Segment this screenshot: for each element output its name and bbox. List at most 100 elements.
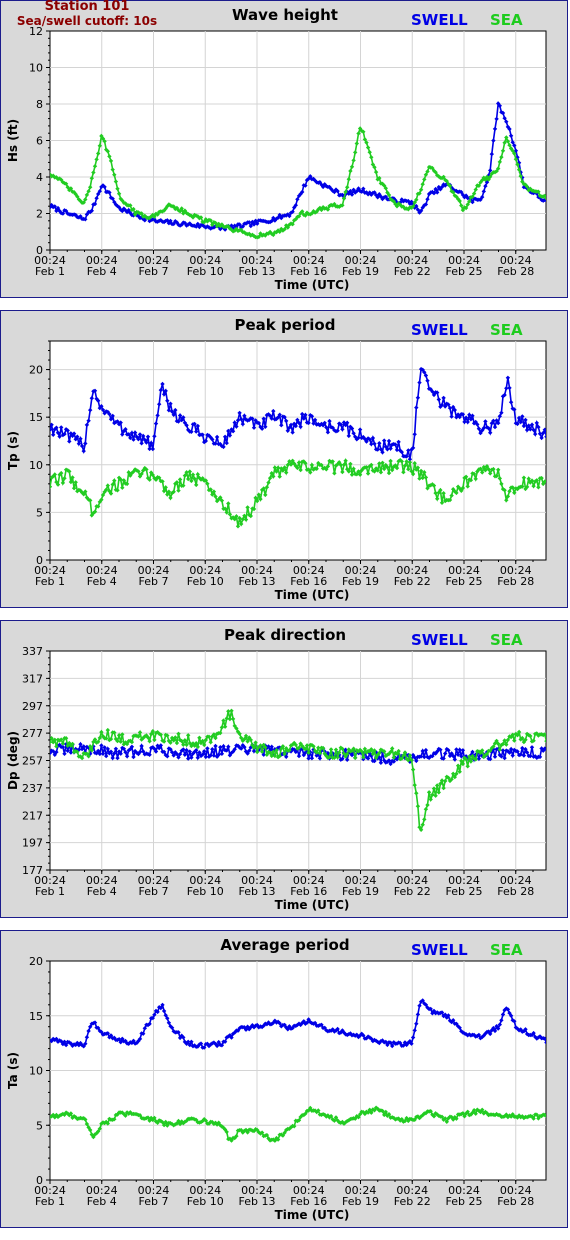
- data-point: [552, 1117, 556, 1121]
- data-point: [547, 486, 551, 490]
- x-tick-date: Feb 4: [87, 885, 117, 898]
- data-point: [560, 209, 564, 213]
- data-point: [560, 200, 564, 204]
- data-point: [565, 752, 569, 756]
- data-point: [567, 1120, 569, 1124]
- x-tick-date: Feb 1: [35, 885, 65, 898]
- y-tick-label: 10: [29, 459, 43, 472]
- data-point: [560, 735, 564, 739]
- data-point: [556, 1035, 560, 1039]
- y-tick-label: 6: [36, 135, 43, 148]
- data-point: [565, 380, 569, 384]
- data-point: [551, 1039, 555, 1043]
- x-tick-date: Feb 16: [290, 265, 327, 278]
- y-axis-label: Dp (deg): [6, 731, 20, 790]
- y-tick-label: 257: [22, 755, 43, 768]
- data-point: [564, 391, 568, 395]
- y-tick-label: 12: [29, 25, 43, 38]
- y-tick-label: 217: [22, 809, 43, 822]
- x-tick-date: Feb 22: [394, 1195, 431, 1208]
- data-point: [554, 489, 558, 493]
- data-point: [551, 434, 555, 438]
- data-point: [549, 749, 553, 753]
- data-point: [560, 1118, 564, 1122]
- data-point: [557, 735, 561, 739]
- x-tick-date: Feb 19: [342, 265, 379, 278]
- data-point: [568, 385, 569, 389]
- data-point: [559, 210, 563, 214]
- x-tick-date: Feb 13: [239, 1195, 276, 1208]
- x-tick-date: Feb 19: [342, 885, 379, 898]
- data-point: [562, 736, 566, 740]
- data-point: [547, 749, 551, 753]
- data-point: [554, 732, 558, 736]
- data-point: [568, 1119, 569, 1123]
- y-tick-label: 4: [36, 171, 43, 184]
- x-tick-date: Feb 7: [139, 885, 169, 898]
- data-point: [552, 487, 556, 491]
- data-point: [556, 753, 560, 757]
- data-point: [568, 211, 569, 215]
- data-point: [564, 210, 568, 214]
- y-tick-label: 337: [22, 645, 43, 658]
- y-tick-label: 5: [36, 506, 43, 519]
- y-tick-label: 15: [29, 1010, 43, 1023]
- x-tick-date: Feb 7: [139, 265, 169, 278]
- peak-period-chart: 0510152000:24Feb 100:24Feb 400:24Feb 700…: [6, 340, 569, 602]
- data-point: [549, 477, 553, 481]
- x-tick-date: Feb 25: [446, 265, 483, 278]
- data-point: [557, 1034, 561, 1038]
- data-point: [567, 489, 569, 493]
- wave-height-chart: 02468101200:24Feb 100:24Feb 400:24Feb 70…: [6, 25, 569, 292]
- data-point: [559, 734, 563, 738]
- data-point: [557, 213, 561, 217]
- x-tick-date: Feb 4: [87, 1195, 117, 1208]
- data-point: [562, 485, 566, 489]
- y-tick-label: 317: [22, 672, 43, 685]
- y-axis-label: Hs (ft): [6, 119, 20, 162]
- data-point: [560, 756, 564, 760]
- y-axis-label: Tp (s): [6, 431, 20, 470]
- data-point: [551, 197, 555, 201]
- x-tick-date: Feb 10: [187, 1195, 224, 1208]
- data-point: [556, 737, 560, 741]
- y-tick-label: 197: [22, 837, 43, 850]
- data-point: [565, 735, 569, 739]
- data-point: [551, 747, 555, 751]
- data-point: [556, 199, 560, 203]
- data-point: [567, 209, 569, 213]
- data-point: [556, 211, 560, 215]
- x-axis-label: Time (UTC): [275, 1208, 350, 1222]
- y-tick-label: 5: [36, 1119, 43, 1132]
- data-point: [547, 198, 551, 202]
- data-point: [562, 1116, 566, 1120]
- data-point: [554, 199, 558, 203]
- y-axis-label: Ta (s): [6, 1052, 20, 1089]
- data-point: [567, 754, 569, 758]
- data-point: [549, 199, 553, 203]
- data-point: [565, 484, 569, 488]
- x-tick-date: Feb 16: [290, 885, 327, 898]
- data-point: [568, 484, 569, 488]
- x-axis-label: Time (UTC): [275, 898, 350, 912]
- data-point: [557, 1117, 561, 1121]
- data-point: [562, 751, 566, 755]
- data-point: [551, 483, 555, 487]
- data-point: [554, 448, 558, 452]
- data-point: [547, 432, 551, 436]
- x-tick-date: Feb 1: [35, 265, 65, 278]
- data-point: [549, 1040, 553, 1044]
- data-point: [551, 738, 555, 742]
- data-point: [554, 753, 558, 757]
- x-tick-date: Feb 13: [239, 265, 276, 278]
- average-period-panel: Average period SWELL SEA 0 5 10 15 20 00:24 Fe…: [0, 930, 568, 1228]
- x-tick-date: Feb 1: [35, 1195, 65, 1208]
- data-point: [556, 1114, 560, 1118]
- data-point: [560, 419, 564, 423]
- x-axis-label: Time (UTC): [275, 278, 350, 292]
- data-point: [549, 433, 553, 437]
- data-point: [549, 733, 553, 737]
- data-point: [560, 1020, 564, 1024]
- data-point: [564, 200, 568, 204]
- data-point: [567, 735, 569, 739]
